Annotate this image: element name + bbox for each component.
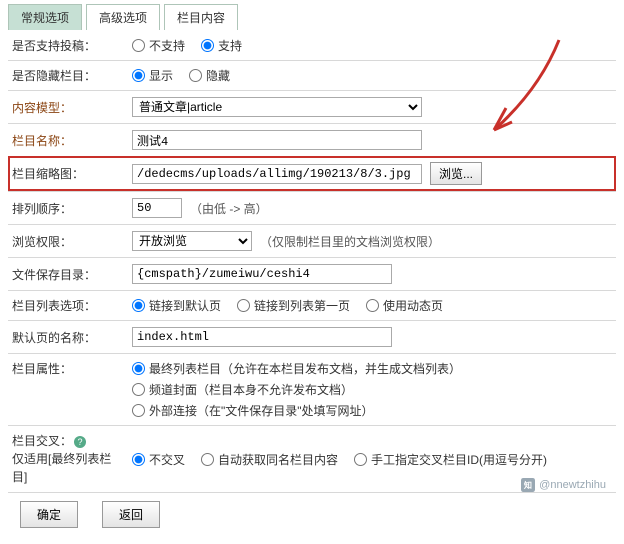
watermark: 知 @nnewtzhihu: [521, 478, 606, 492]
row-list-opt: 栏目列表选项： 链接到默认页 链接到列表第一页 使用动态页: [8, 290, 616, 320]
label-sort: 排列顺序：: [12, 200, 132, 217]
radio-no-cross[interactable]: [132, 453, 145, 466]
select-model[interactable]: 普通文章|article: [132, 97, 422, 117]
svg-text:知: 知: [523, 480, 532, 490]
confirm-button[interactable]: 确定: [20, 501, 78, 528]
radio-default-page[interactable]: [132, 299, 145, 312]
row-hidden: 是否隐藏栏目： 显示 隐藏: [8, 60, 616, 90]
label-thumbnail: 栏目缩略图：: [12, 165, 132, 182]
label-save-dir: 文件保存目录：: [12, 266, 132, 283]
radio-first-page[interactable]: [237, 299, 250, 312]
radio-manual-cross[interactable]: [354, 453, 367, 466]
browse-button[interactable]: 浏览...: [430, 162, 482, 185]
tab-bar: 常规选项 高级选项 栏目内容: [0, 0, 624, 30]
row-perm: 浏览权限： 开放浏览 （仅限制栏目里的文档浏览权限）: [8, 224, 616, 257]
input-save-dir[interactable]: [132, 264, 392, 284]
row-name: 栏目名称：: [8, 123, 616, 156]
hint-perm: （仅限制栏目里的文档浏览权限）: [260, 233, 440, 250]
row-sort: 排列顺序： （由低 -> 高）: [8, 191, 616, 224]
input-thumbnail[interactable]: [132, 164, 422, 184]
row-support-submit: 是否支持投稿： 不支持 支持: [8, 30, 616, 60]
zhihu-icon: 知: [521, 478, 535, 492]
input-default-page[interactable]: [132, 327, 392, 347]
label-list-opt: 栏目列表选项：: [12, 297, 132, 314]
label-cross: 栏目交叉：? 仅适用[最终列表栏目]: [12, 432, 132, 486]
hint-sort: （由低 -> 高）: [190, 200, 268, 217]
tab-content[interactable]: 栏目内容: [164, 4, 238, 30]
label-attr: 栏目属性：: [12, 360, 132, 378]
radio-support[interactable]: [201, 39, 214, 52]
help-icon[interactable]: ?: [74, 436, 86, 448]
row-save-dir: 文件保存目录：: [8, 257, 616, 290]
radio-final-list[interactable]: [132, 362, 145, 375]
label-hidden: 是否隐藏栏目：: [12, 67, 132, 84]
label-model: 内容模型：: [12, 99, 132, 116]
input-sort[interactable]: [132, 198, 182, 218]
radio-dynamic-page[interactable]: [366, 299, 379, 312]
radio-auto-cross[interactable]: [201, 453, 214, 466]
label-default-page: 默认页的名称：: [12, 329, 132, 346]
back-button[interactable]: 返回: [102, 501, 160, 528]
radio-hide[interactable]: [189, 69, 202, 82]
row-thumbnail: 栏目缩略图： 浏览...: [8, 156, 616, 191]
radio-no-support[interactable]: [132, 39, 145, 52]
label-support-submit: 是否支持投稿：: [12, 37, 132, 54]
tab-advanced[interactable]: 高级选项: [86, 4, 160, 30]
label-perm: 浏览权限：: [12, 233, 132, 250]
action-row: 确定 返回: [8, 492, 616, 536]
row-model: 内容模型： 普通文章|article: [8, 90, 616, 123]
radio-channel-cover[interactable]: [132, 383, 145, 396]
row-attr: 栏目属性： 最终列表栏目（允许在本栏目发布文档，并生成文档列表） 频道封面（栏目…: [8, 353, 616, 425]
select-perm[interactable]: 开放浏览: [132, 231, 252, 251]
input-name[interactable]: [132, 130, 422, 150]
radio-external-link[interactable]: [132, 404, 145, 417]
label-cross-sub: 仅适用[最终列表栏目]: [12, 452, 111, 484]
radio-show[interactable]: [132, 69, 145, 82]
tab-general[interactable]: 常规选项: [8, 4, 82, 30]
row-default-page: 默认页的名称：: [8, 320, 616, 353]
settings-form: 是否支持投稿： 不支持 支持 是否隐藏栏目： 显示 隐藏 内容模型： 普通文章|…: [0, 30, 624, 544]
label-name: 栏目名称：: [12, 132, 132, 149]
